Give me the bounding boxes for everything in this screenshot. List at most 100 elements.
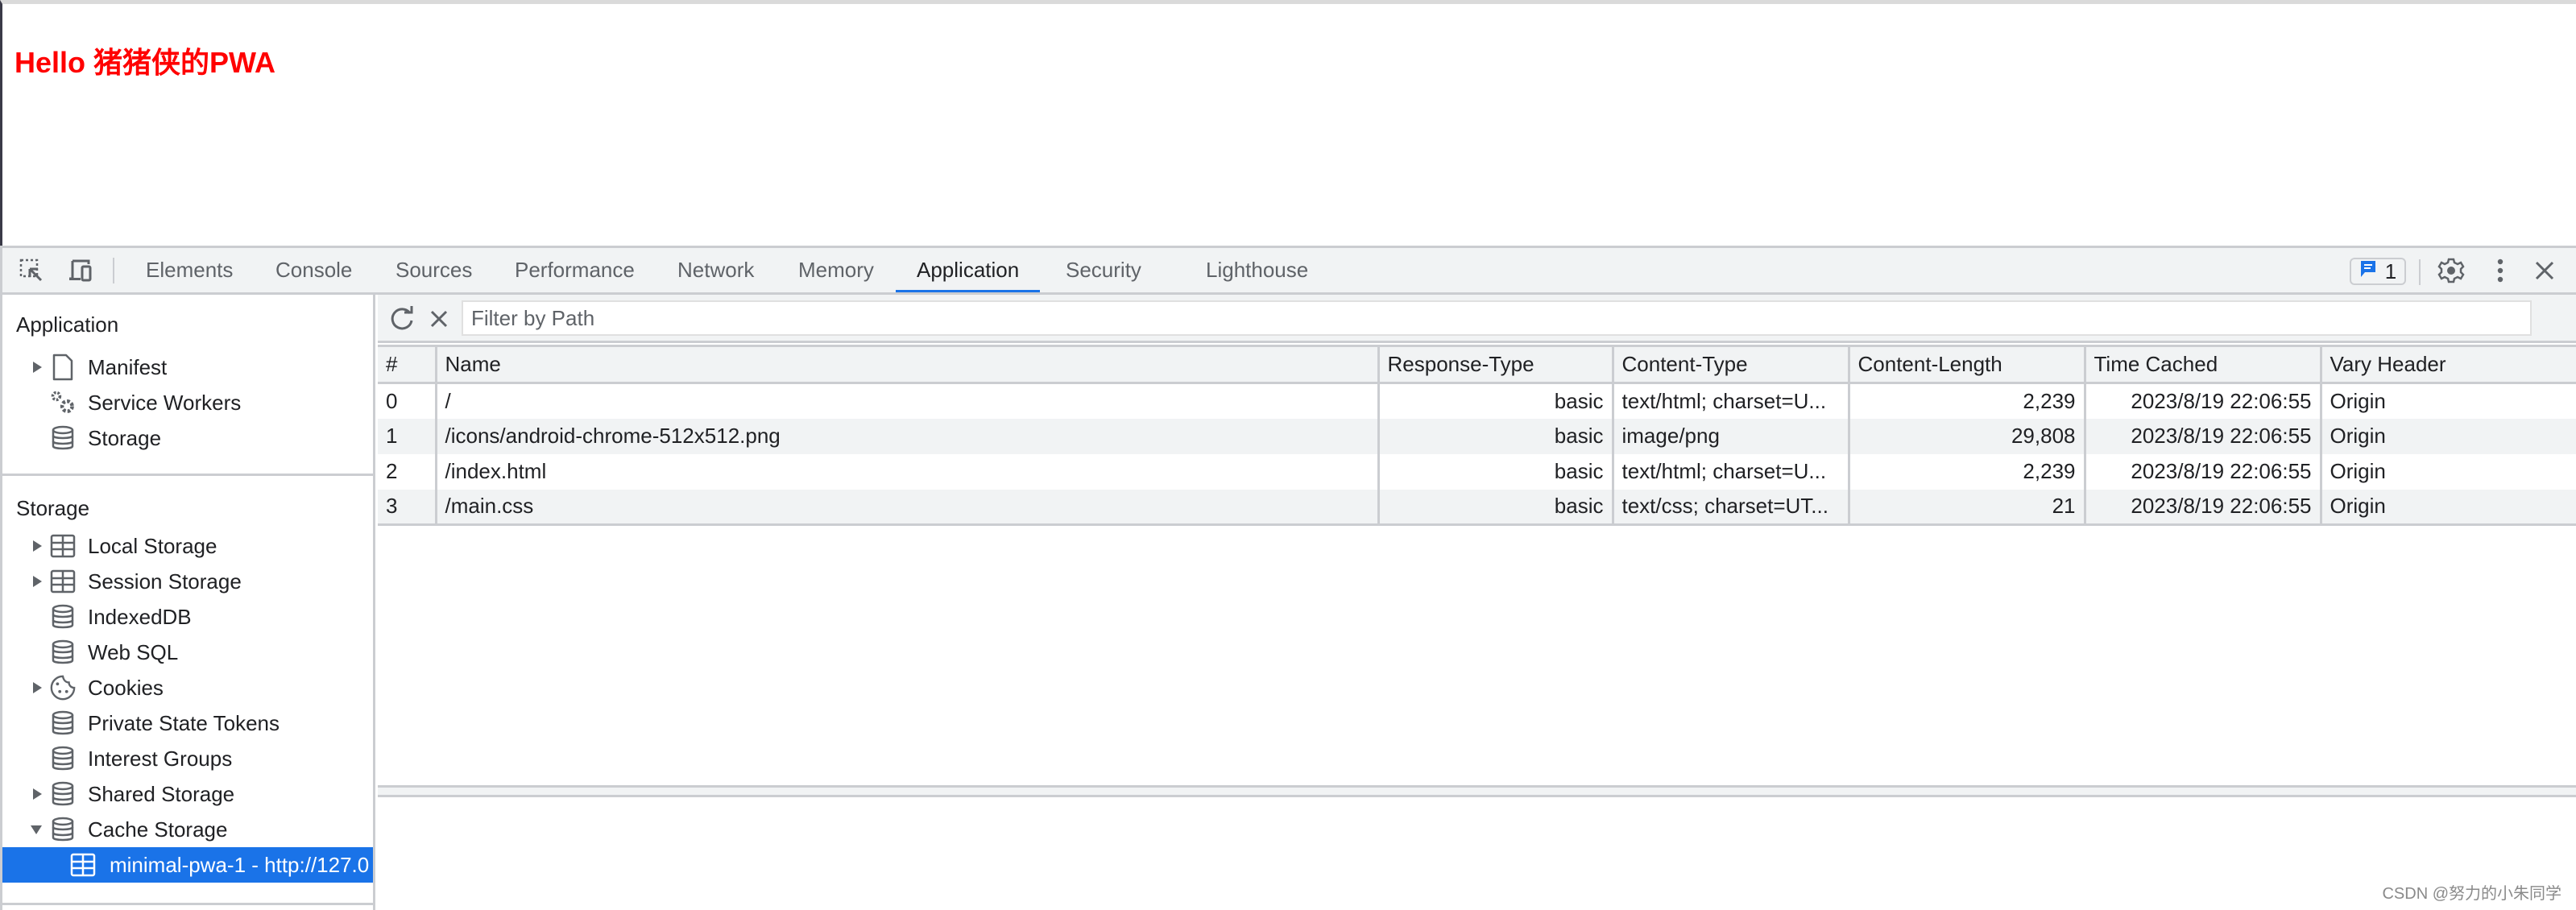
table-row[interactable]: 3 /main.css basic text/css; charset=UT..… — [378, 489, 2576, 526]
database-icon — [49, 639, 77, 666]
table-icon — [49, 532, 77, 560]
inspect-element-icon[interactable] — [17, 256, 46, 285]
sidebar-item-label: Cache Storage — [88, 817, 228, 842]
sidebar-heading-application: Application — [16, 312, 119, 337]
sidebar-item-label: Service Workers — [88, 390, 242, 415]
tab-memory[interactable]: Memory — [798, 248, 874, 292]
cell-time-cached: 2023/8/19 22:06:55 — [2085, 418, 2322, 454]
issues-counter-button[interactable]: 1 — [2350, 258, 2406, 285]
table-header-row: # Name Response-Type Content-Type Conten… — [378, 345, 2576, 384]
tab-sources[interactable]: Sources — [396, 248, 472, 292]
tab-console[interactable]: Console — [275, 248, 352, 292]
sidebar-item-cache-storage[interactable]: Cache Storage — [2, 812, 373, 847]
sidebar-item-label: Storage — [88, 425, 162, 450]
sidebar-item-cookies[interactable]: Cookies — [2, 670, 373, 705]
cell-content-type: text/html; charset=U... — [1613, 383, 1850, 419]
sidebar-heading-storage: Storage — [16, 496, 90, 520]
cell-response-type: basic — [1378, 383, 1614, 419]
toolbar-divider — [2419, 259, 2421, 285]
sidebar-item-interest-groups[interactable]: Interest Groups — [2, 741, 373, 776]
cache-entries-table: # Name Response-Type Content-Type Conten… — [378, 345, 2576, 526]
database-icon — [49, 424, 77, 452]
tab-network[interactable]: Network — [677, 248, 754, 292]
pane-resize-handle[interactable] — [378, 788, 2576, 797]
clear-icon[interactable] — [425, 304, 453, 333]
tab-performance[interactable]: Performance — [515, 248, 635, 292]
column-header-name[interactable]: Name — [436, 345, 1380, 384]
cell-content-type: text/html; charset=U... — [1613, 453, 1850, 490]
expand-arrow-icon[interactable] — [31, 681, 43, 694]
devtools-panel: Elements Console Sources Performance Net… — [0, 246, 2576, 910]
sidebar-item-private-state-tokens[interactable]: Private State Tokens — [2, 705, 373, 741]
collapse-arrow-icon[interactable] — [30, 824, 43, 835]
column-header-time-cached[interactable]: Time Cached — [2085, 345, 2322, 384]
cell-content-type: text/css; charset=UT... — [1613, 489, 1850, 526]
sidebar-divider — [2, 903, 373, 905]
cell-time-cached: 2023/8/19 22:06:55 — [2085, 453, 2322, 490]
sidebar-item-label: Web SQL — [88, 639, 179, 664]
page-viewport: Hello 猪猪侠的PWA — [0, 0, 2576, 246]
table-icon — [69, 851, 97, 879]
tab-lighthouse[interactable]: Lighthouse — [1206, 248, 1308, 292]
entry-preview-pane — [378, 800, 2576, 910]
sidebar-item-label: Local Storage — [88, 533, 217, 558]
watermark: CSDN @努力的小朱同学 — [2382, 885, 2562, 903]
application-sidebar: Application Manifest Service Workers Sto… — [2, 295, 375, 910]
issues-count: 1 — [2384, 259, 2397, 283]
table-icon — [49, 568, 77, 595]
sidebar-item-label: Private State Tokens — [88, 710, 280, 735]
cell-vary-header: Origin — [2330, 459, 2386, 483]
sidebar-item-manifest[interactable]: Manifest — [2, 350, 373, 385]
cell-name: / — [436, 383, 1380, 419]
cell-vary-header: Origin — [2321, 418, 2576, 454]
more-options-icon[interactable] — [2486, 256, 2515, 285]
cell-index: 2 — [378, 453, 437, 490]
database-icon — [49, 745, 77, 772]
expand-arrow-icon[interactable] — [31, 575, 43, 588]
table-row[interactable]: 0 / basic text/html; charset=U... 2,239 … — [378, 383, 2576, 419]
sidebar-item-web-sql[interactable]: Web SQL — [2, 635, 373, 670]
expand-arrow-icon[interactable] — [31, 788, 43, 800]
close-devtools-icon[interactable] — [2530, 256, 2559, 285]
sidebar-item-label: minimal-pwa-1 - http://127.0 — [110, 852, 370, 877]
expand-arrow-icon[interactable] — [31, 361, 43, 374]
refresh-icon[interactable] — [386, 303, 418, 335]
database-icon — [49, 603, 77, 631]
sidebar-item-service-workers[interactable]: Service Workers — [2, 385, 373, 420]
cell-time-cached: 2023/8/19 22:06:55 — [2085, 383, 2322, 419]
column-header-vary-header[interactable]: Vary Header — [2321, 345, 2576, 384]
sidebar-item-label: Session Storage — [88, 569, 242, 594]
tab-application[interactable]: Application — [895, 248, 1041, 292]
device-toolbar-icon[interactable] — [65, 256, 94, 285]
tab-elements[interactable]: Elements — [146, 248, 233, 292]
sidebar-item-indexeddb[interactable]: IndexedDB — [2, 599, 373, 635]
sidebar-item-label: Interest Groups — [88, 746, 233, 771]
cell-index: 1 — [378, 418, 437, 454]
column-header-index[interactable]: # — [378, 345, 437, 384]
document-icon — [49, 354, 77, 381]
sidebar-item-shared-storage[interactable]: Shared Storage — [2, 776, 373, 812]
table-row[interactable]: 2 /index.html basic text/html; charset=U… — [378, 453, 2576, 490]
expand-arrow-icon[interactable] — [31, 540, 43, 552]
settings-gear-icon[interactable] — [2437, 256, 2466, 285]
sidebar-item-label: Cookies — [88, 675, 164, 700]
sidebar-item-storage[interactable]: Storage — [2, 420, 373, 456]
cache-toolbar — [378, 295, 2576, 343]
database-icon — [49, 709, 77, 737]
sidebar-item-local-storage[interactable]: Local Storage — [2, 528, 373, 564]
message-icon — [2359, 259, 2377, 284]
sidebar-item-cache-minimal-pwa-1[interactable]: minimal-pwa-1 - http://127.0 — [2, 847, 373, 883]
cell-vary-header: Origin — [2330, 388, 2386, 413]
sidebar-item-label: IndexedDB — [88, 604, 192, 629]
column-header-content-length[interactable]: Content-Length — [1849, 345, 2086, 384]
sidebar-item-label: Shared Storage — [88, 781, 235, 806]
sidebar-item-session-storage[interactable]: Session Storage — [2, 564, 373, 599]
column-header-response-type[interactable]: Response-Type — [1378, 345, 1614, 384]
table-row[interactable]: 1 /icons/android-chrome-512x512.png basi… — [378, 418, 2576, 454]
cell-index: 3 — [378, 489, 437, 526]
tab-security[interactable]: Security — [1066, 248, 1141, 292]
column-header-content-type[interactable]: Content-Type — [1613, 345, 1850, 384]
cell-vary-header: Origin — [2321, 489, 2576, 526]
page-heading: Hello 猪猪侠的PWA — [14, 46, 276, 79]
filter-by-path-input[interactable] — [462, 300, 2532, 336]
